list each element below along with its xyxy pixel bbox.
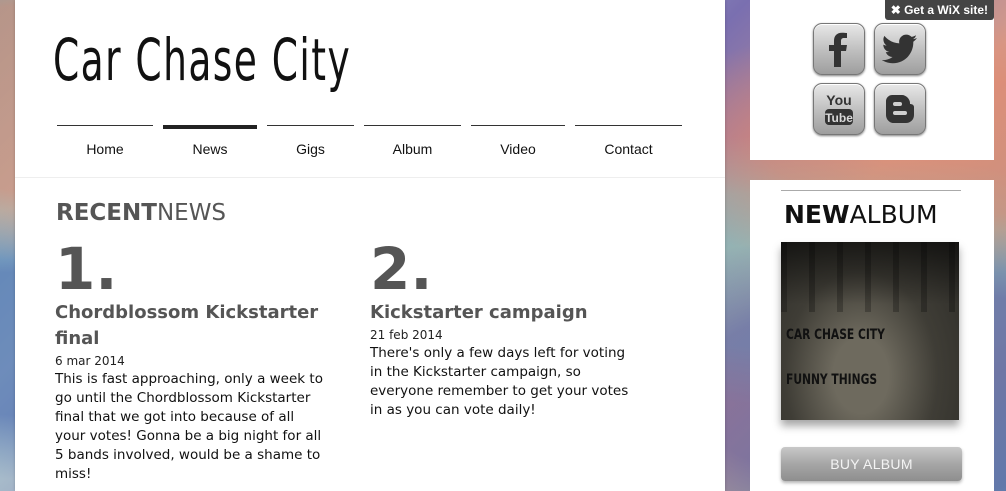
post-number: 2. bbox=[370, 235, 433, 303]
main-content-panel: Car Chase City Home News Gigs Album Vide… bbox=[15, 0, 725, 491]
post-number: 1. bbox=[55, 235, 118, 303]
post-date: 21 feb 2014 bbox=[370, 328, 443, 342]
post-headline[interactable]: Chordblossom Kickstarter final bbox=[55, 300, 325, 352]
nav-item-video[interactable]: Video bbox=[471, 125, 565, 165]
news-post: 2. Kickstarter campaign 21 feb 2014 Ther… bbox=[370, 238, 630, 420]
svg-text:Tube: Tube bbox=[825, 111, 853, 125]
site-logo[interactable]: Car Chase City bbox=[53, 26, 351, 94]
new-album-panel: NEWALBUM CAR CHASE CITY FUNNY THINGS BUY… bbox=[750, 180, 994, 491]
nav-item-label: Contact bbox=[604, 141, 653, 157]
svg-text:You: You bbox=[826, 92, 851, 108]
blogger-icon[interactable] bbox=[874, 83, 926, 135]
youtube-icon[interactable]: You Tube bbox=[813, 83, 865, 135]
album-section-title: NEWALBUM bbox=[784, 200, 938, 229]
post-body: There's only a few days left for voting … bbox=[370, 345, 629, 418]
nav-item-label: Home bbox=[86, 141, 124, 157]
facebook-icon[interactable] bbox=[813, 23, 865, 75]
post-date: 6 mar 2014 bbox=[55, 354, 125, 368]
cover-album-name: FUNNY THINGS bbox=[786, 372, 878, 388]
cover-legs-graphic bbox=[781, 242, 959, 312]
wix-badge-label: Get a WiX site! bbox=[904, 3, 988, 17]
buy-album-button[interactable]: BUY ALBUM bbox=[781, 447, 962, 481]
nav-item-home[interactable]: Home bbox=[57, 125, 153, 165]
cover-band-name: CAR CHASE CITY bbox=[786, 327, 885, 343]
nav-item-album[interactable]: Album bbox=[364, 125, 461, 165]
nav-item-label: Gigs bbox=[296, 141, 325, 157]
nav-item-gigs[interactable]: Gigs bbox=[267, 125, 354, 165]
news-section-title: RECENTNEWS bbox=[56, 200, 227, 226]
nav-item-contact[interactable]: Contact bbox=[575, 125, 682, 165]
social-links-panel: You Tube bbox=[750, 0, 994, 160]
nav-item-label: Video bbox=[500, 141, 536, 157]
nav-item-news[interactable]: News bbox=[163, 125, 257, 165]
album-divider bbox=[781, 190, 961, 191]
twitter-icon[interactable] bbox=[874, 23, 926, 75]
news-post: 1. Chordblossom Kickstarter final 6 mar … bbox=[55, 238, 325, 484]
post-body: This is fast approaching, only a week to… bbox=[55, 371, 323, 482]
wix-icon: ✖ bbox=[890, 3, 905, 17]
nav-item-label: News bbox=[192, 141, 228, 157]
header-divider bbox=[15, 177, 725, 178]
post-headline[interactable]: Kickstarter campaign bbox=[370, 300, 630, 326]
get-wix-site-badge[interactable]: ✖ Get a WiX site! bbox=[884, 0, 994, 20]
album-cover-image[interactable]: CAR CHASE CITY FUNNY THINGS bbox=[781, 242, 959, 420]
nav-item-label: Album bbox=[392, 141, 433, 157]
